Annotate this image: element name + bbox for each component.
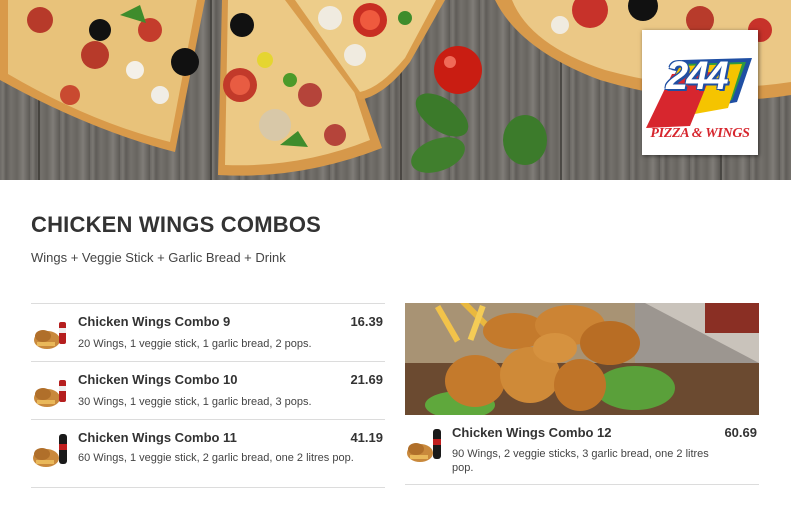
section-title: CHICKEN WINGS COMBOS: [31, 212, 321, 237]
menu-item-combo-10[interactable]: Chicken Wings Combo 10 21.69 30 Wings, 1…: [31, 361, 385, 419]
item-name[interactable]: Chicken Wings Combo 11: [78, 430, 237, 445]
item-price: 21.69: [350, 372, 383, 387]
combo-thumbnail-icon: [34, 322, 66, 349]
logo-number: 244: [666, 54, 729, 98]
item-description: 60 Wings, 1 veggie stick, 2 garlic bread…: [78, 452, 354, 464]
item-name[interactable]: Chicken Wings Combo 12: [452, 425, 612, 440]
menu-item-combo-9[interactable]: Chicken Wings Combo 9 16.39 20 Wings, 1 …: [31, 303, 385, 361]
brand-logo[interactable]: 244 PIZZA & WINGS: [642, 30, 758, 155]
item-description: 90 Wings, 2 veggie sticks, 3 garlic brea…: [452, 448, 709, 474]
menu-item-combo-11[interactable]: Chicken Wings Combo 11 41.19 60 Wings, 1…: [31, 419, 385, 488]
hero-banner: 244 PIZZA & WINGS: [0, 0, 791, 180]
item-name[interactable]: Chicken Wings Combo 10: [78, 372, 238, 387]
item-price: 60.69: [724, 425, 757, 440]
combo-thumbnail-icon: [33, 434, 67, 467]
combo-thumbnail-icon: [407, 429, 441, 462]
logo-text: PIZZA & WINGS: [650, 126, 750, 141]
chicken-wings-photo: [405, 303, 759, 415]
item-description: 30 Wings, 1 veggie stick, 1 garlic bread…: [78, 396, 312, 408]
menu-item-combo-12[interactable]: Chicken Wings Combo 12 60.69 90 Wings, 2…: [405, 415, 759, 485]
section-subtitle: Wings + Veggie Stick + Garlic Bread + Dr…: [31, 250, 286, 265]
item-name[interactable]: Chicken Wings Combo 9: [78, 314, 230, 329]
combo-thumbnail-icon: [34, 380, 66, 407]
item-description: 20 Wings, 1 veggie stick, 1 garlic bread…: [78, 338, 312, 350]
item-price: 16.39: [350, 314, 383, 329]
item-price: 41.19: [350, 430, 383, 445]
